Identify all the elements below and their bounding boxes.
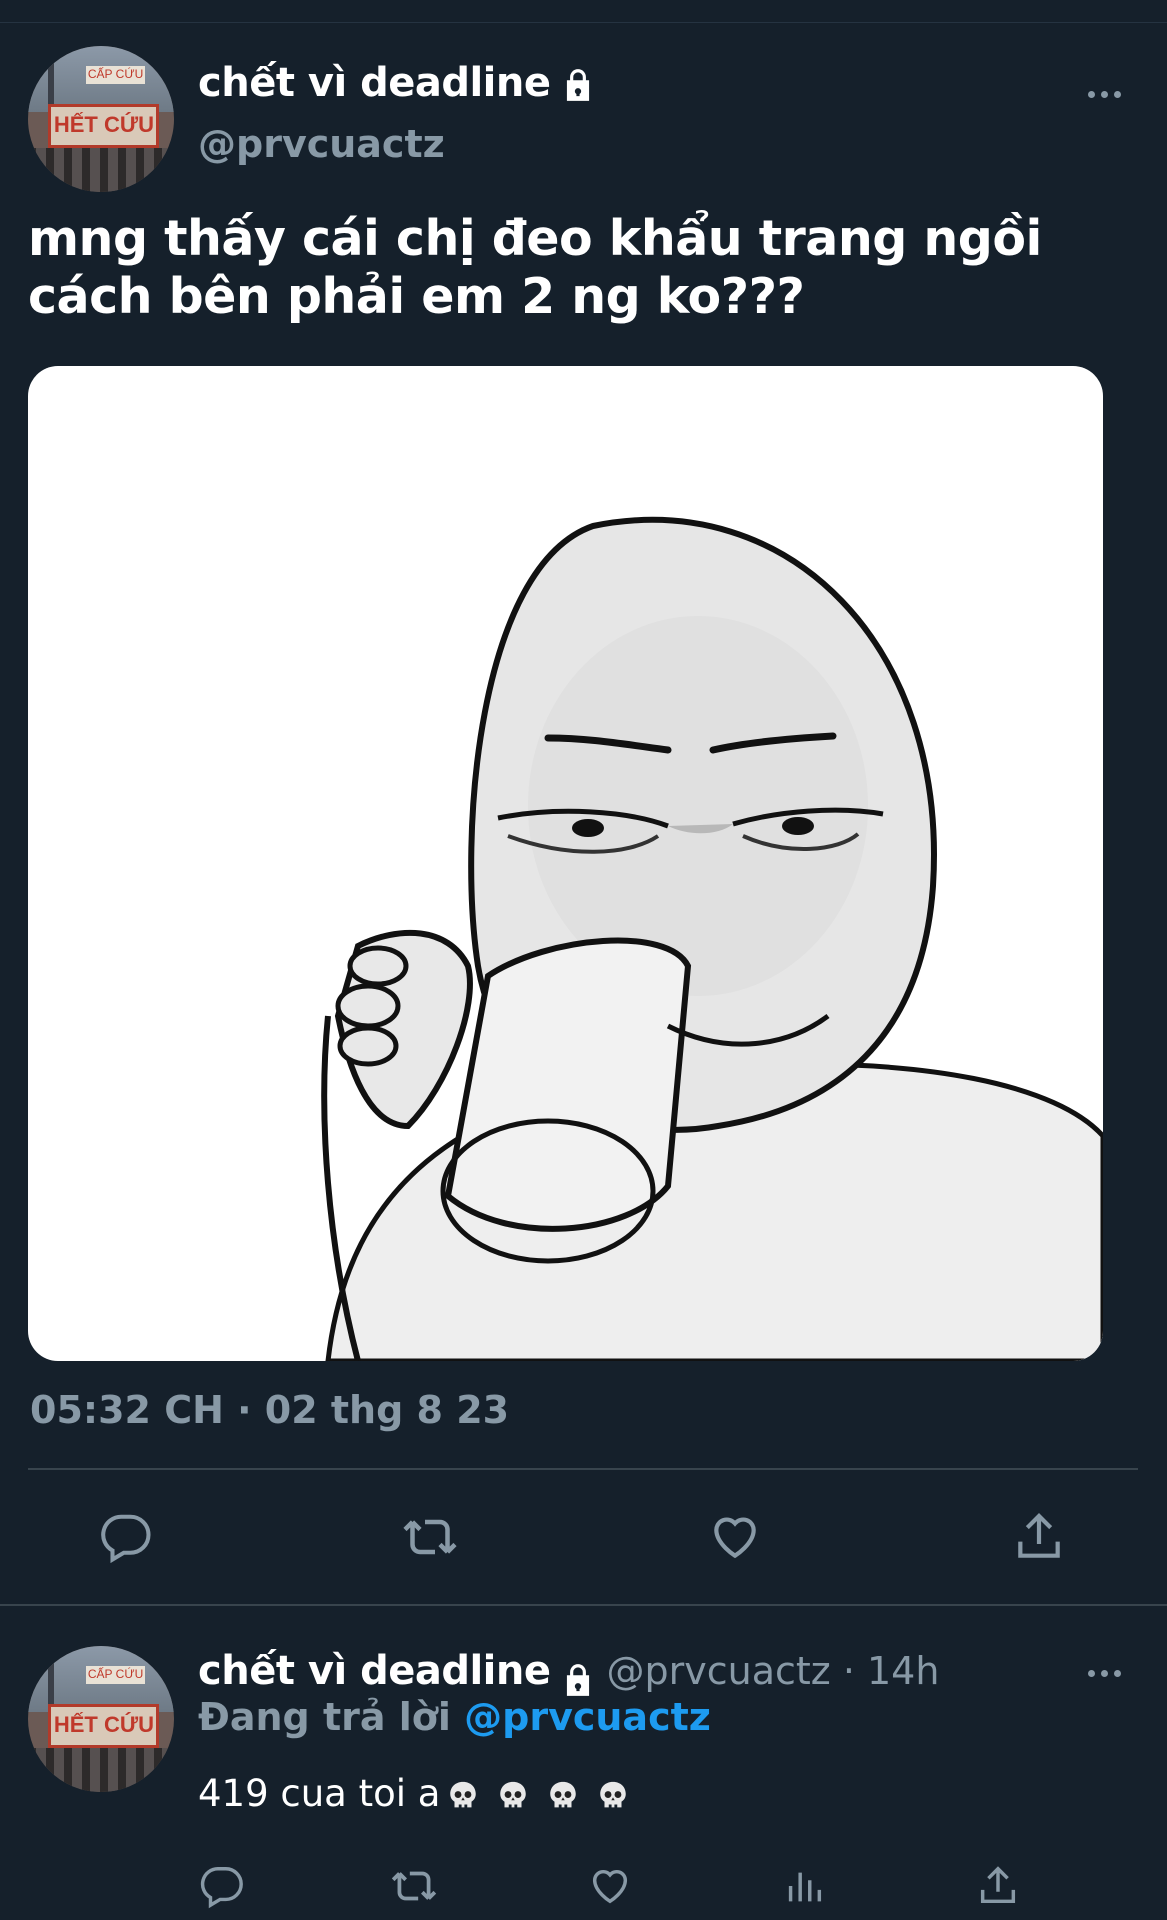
reply-text-content: 419 cua toi a <box>198 1772 441 1815</box>
meme-drinking-face-image <box>321 516 1103 1361</box>
avatar-floor <box>28 148 174 192</box>
heart-icon <box>714 1517 756 1559</box>
like-button[interactable] <box>584 1860 636 1912</box>
retweet-button[interactable] <box>388 1860 440 1912</box>
analytics-icon <box>788 1872 822 1902</box>
avatar[interactable]: CẤP CỨU HẾT CỨU <box>28 46 174 192</box>
divider <box>28 1468 1138 1470</box>
tweet-image[interactable] <box>28 366 1103 1361</box>
skull-emoji <box>600 1781 627 1807</box>
reply-time[interactable]: 14h <box>867 1649 939 1693</box>
avatar-sign: HẾT CỨU <box>48 1704 160 1749</box>
more-icon[interactable] <box>1088 1667 1128 1679</box>
retweet-icon <box>403 1519 457 1555</box>
skull-emoji <box>500 1781 527 1807</box>
author-handle[interactable]: @prvcuactz <box>198 122 445 166</box>
like-button[interactable] <box>705 1507 765 1567</box>
reply-header: chết vì deadline @prvcuactz · 14h <box>198 1648 939 1699</box>
skull-emoji <box>550 1781 577 1807</box>
reply-handle[interactable]: @prvcuactz <box>607 1649 831 1693</box>
share-button[interactable] <box>972 1860 1024 1912</box>
reply-separator: · <box>830 1649 867 1693</box>
lock-icon <box>566 69 589 101</box>
replying-to: Đang trả lời @prvcuactz <box>198 1695 711 1739</box>
share-icon <box>980 1866 1016 1904</box>
share-button[interactable] <box>1009 1507 1069 1567</box>
lock-icon <box>566 1663 589 1696</box>
avatar-sign: HẾT CỨU <box>48 104 160 149</box>
share-icon <box>1018 1513 1060 1558</box>
heart-icon <box>592 1869 628 1904</box>
retweet-icon <box>391 1871 437 1901</box>
tweet-timestamp[interactable]: 05:32 CH · 02 thg 8 23 <box>30 1388 509 1432</box>
divider <box>0 1604 1167 1606</box>
avatar-floor <box>28 1748 174 1792</box>
analytics-button[interactable] <box>778 1860 830 1912</box>
skull-emoji <box>450 1781 477 1807</box>
top-border <box>0 22 1167 23</box>
retweet-button[interactable] <box>400 1507 460 1567</box>
replying-label: Đang trả lời <box>198 1695 465 1739</box>
avatar-sign-top: CẤP CỨU <box>86 66 145 84</box>
avatar-sign-top: CẤP CỨU <box>86 1666 145 1684</box>
replying-mention[interactable]: @prvcuactz <box>464 1695 711 1739</box>
reply-text: 419 cua toi a <box>198 1772 630 1815</box>
reply-button[interactable] <box>96 1507 156 1567</box>
more-icon[interactable] <box>1088 88 1128 100</box>
author-name[interactable]: chết vì deadline <box>198 60 597 106</box>
reply-author-name[interactable]: chết vì deadline <box>198 1648 551 1694</box>
reply-avatar[interactable]: CẤP CỨU HẾT CỨU <box>28 1646 174 1792</box>
reply-icon <box>101 1514 151 1564</box>
author-name-text: chết vì deadline <box>198 60 551 106</box>
reply-icon <box>200 1867 243 1909</box>
tweet-text: mng thấy cái chị đeo khẩu trang ngồi các… <box>28 210 1042 325</box>
reply-button[interactable] <box>196 1860 248 1912</box>
